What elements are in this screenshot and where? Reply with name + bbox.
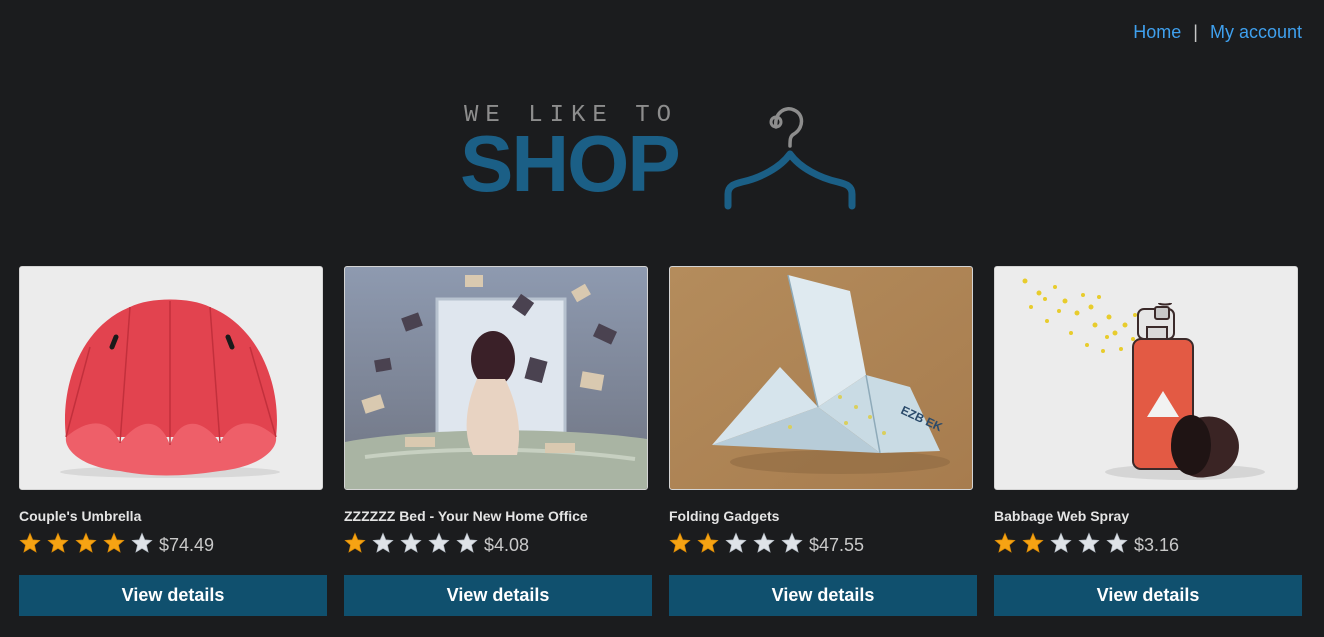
product-title[interactable]: Babbage Web Spray — [994, 508, 1302, 524]
view-details-button[interactable]: View details — [19, 575, 327, 616]
product-rating: $4.08 — [344, 530, 652, 556]
my-account-link[interactable]: My account — [1210, 22, 1302, 43]
product-image[interactable] — [19, 266, 323, 490]
star-empty-icon — [131, 532, 153, 553]
top-nav: Home | My account — [1133, 22, 1302, 43]
star-filled-icon — [75, 532, 97, 553]
logo-word: SHOP — [460, 119, 681, 208]
view-details-button[interactable]: View details — [344, 575, 652, 616]
star-empty-icon — [781, 532, 803, 553]
star-empty-icon — [1050, 532, 1072, 553]
product-card: EZB EK Folding Gadgets $47.55 View detai… — [669, 266, 977, 616]
star-filled-icon — [669, 532, 691, 553]
product-rating: $47.55 — [669, 530, 977, 556]
product-price: $4.08 — [484, 534, 530, 555]
star-empty-icon — [753, 532, 775, 553]
star-filled-icon — [994, 532, 1016, 553]
product-title[interactable]: Folding Gadgets — [669, 508, 977, 524]
star-filled-icon — [103, 532, 125, 553]
product-title[interactable]: ZZZZZZ Bed - Your New Home Office — [344, 508, 652, 524]
product-card: ZZZZZZ Bed - Your New Home Office $4.08 … — [344, 266, 652, 616]
star-filled-icon — [19, 532, 41, 553]
star-empty-icon — [456, 532, 478, 553]
product-price: $47.55 — [809, 534, 865, 555]
star-empty-icon — [400, 532, 422, 553]
product-card: Couple's Umbrella $74.49 View details — [19, 266, 327, 616]
product-rating: $74.49 — [19, 530, 327, 556]
site-logo[interactable]: WE LIKE TO SHOP — [460, 98, 862, 213]
star-filled-icon — [47, 532, 69, 553]
product-image[interactable] — [344, 266, 648, 490]
view-details-button[interactable]: View details — [994, 575, 1302, 616]
product-rating: $3.16 — [994, 530, 1302, 556]
product-image[interactable] — [994, 266, 1298, 490]
star-empty-icon — [1106, 532, 1128, 553]
product-image[interactable]: EZB EK — [669, 266, 973, 490]
hanger-icon — [724, 107, 856, 210]
star-empty-icon — [372, 532, 394, 553]
product-title[interactable]: Couple's Umbrella — [19, 508, 327, 524]
view-details-button[interactable]: View details — [669, 575, 977, 616]
star-filled-icon — [344, 532, 366, 553]
star-filled-icon — [1022, 532, 1044, 553]
home-link[interactable]: Home — [1133, 22, 1181, 43]
product-price: $74.49 — [159, 534, 215, 555]
star-filled-icon — [697, 532, 719, 553]
product-card: Babbage Web Spray $3.16 View details — [994, 266, 1302, 616]
star-empty-icon — [1078, 532, 1100, 553]
star-empty-icon — [428, 532, 450, 553]
star-empty-icon — [725, 532, 747, 553]
nav-separator: | — [1193, 22, 1198, 42]
product-price: $3.16 — [1134, 534, 1180, 555]
